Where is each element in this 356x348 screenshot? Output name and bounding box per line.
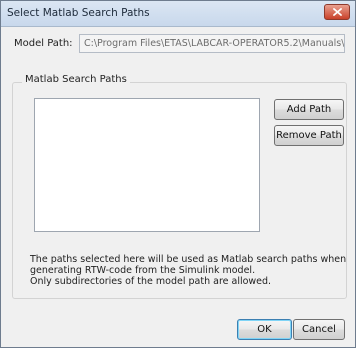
dialog-window: Select Matlab Search Paths Model Path: C… — [0, 0, 356, 348]
title-bar[interactable]: Select Matlab Search Paths — [1, 1, 355, 27]
ok-button[interactable]: OK — [237, 319, 292, 340]
search-paths-list[interactable] — [34, 98, 260, 232]
search-paths-group-label: Matlab Search Paths — [22, 74, 130, 85]
add-path-button[interactable]: Add Path — [274, 99, 344, 120]
model-path-value: C:\Program Files\ETAS\LABCAR-OPERATOR5.2… — [84, 38, 345, 49]
info-text: The paths selected here will be used as … — [30, 254, 346, 287]
close-button[interactable] — [324, 4, 350, 20]
info-line-2: generating RTW-code from the Simulink mo… — [30, 265, 256, 276]
info-line-3: Only subdirectories of the model path ar… — [30, 276, 272, 287]
close-icon — [333, 8, 342, 16]
window-title: Select Matlab Search Paths — [7, 7, 150, 19]
model-path-label: Model Path: — [14, 38, 73, 49]
model-path-field[interactable]: C:\Program Files\ETAS\LABCAR-OPERATOR5.2… — [79, 34, 345, 53]
remove-path-button[interactable]: Remove Path — [274, 125, 344, 146]
cancel-button[interactable]: Cancel — [293, 319, 345, 340]
info-line-1: The paths selected here will be used as … — [30, 254, 347, 265]
